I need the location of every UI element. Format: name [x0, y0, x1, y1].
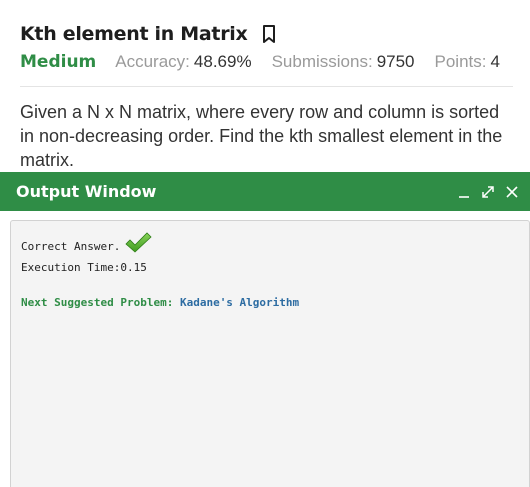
output-window-header: Output Window [0, 172, 530, 211]
difficulty-badge: Medium [20, 52, 97, 72]
next-suggested-problem: Next Suggested Problem: Kadane's Algorit… [21, 296, 299, 309]
expand-icon[interactable] [480, 184, 496, 200]
title-row: Kth element in Matrix [20, 18, 513, 50]
points-value: 4 [490, 52, 500, 71]
execution-time-text: Execution Time:0.15 [21, 261, 147, 274]
bookmark-icon[interactable] [261, 24, 277, 44]
correct-answer-text: Correct Answer. [21, 239, 121, 253]
output-console: Correct Answer. Execution Time:0.15 Next… [10, 220, 530, 487]
close-icon[interactable] [504, 184, 520, 200]
accuracy-label: Accuracy: [115, 52, 190, 71]
problem-header: Kth element in Matrix Medium Accuracy: 4… [20, 18, 513, 87]
page: Kth element in Matrix Medium Accuracy: 4… [0, 0, 530, 487]
output-window-title: Output Window [16, 182, 157, 201]
output-window: Output Window Correct Answer. Execution … [0, 172, 530, 487]
problem-description: Given a N x N matrix, where every row an… [20, 102, 503, 170]
problem-meta: Medium Accuracy: 48.69% Submissions: 975… [20, 52, 513, 87]
problem-title: Kth element in Matrix [20, 23, 248, 45]
submissions-label: Submissions: [271, 52, 373, 71]
result-line: Correct Answer. [21, 232, 152, 255]
submissions-value: 9750 [376, 52, 415, 71]
accuracy-value: 48.69% [193, 52, 252, 71]
window-controls [456, 184, 520, 200]
points-label: Points: [434, 52, 487, 71]
next-problem-link[interactable]: Kadane's Algorithm [180, 296, 299, 309]
minimize-icon[interactable] [456, 184, 472, 200]
next-problem-label: Next Suggested Problem: [21, 296, 174, 309]
checkmark-icon [124, 231, 152, 255]
